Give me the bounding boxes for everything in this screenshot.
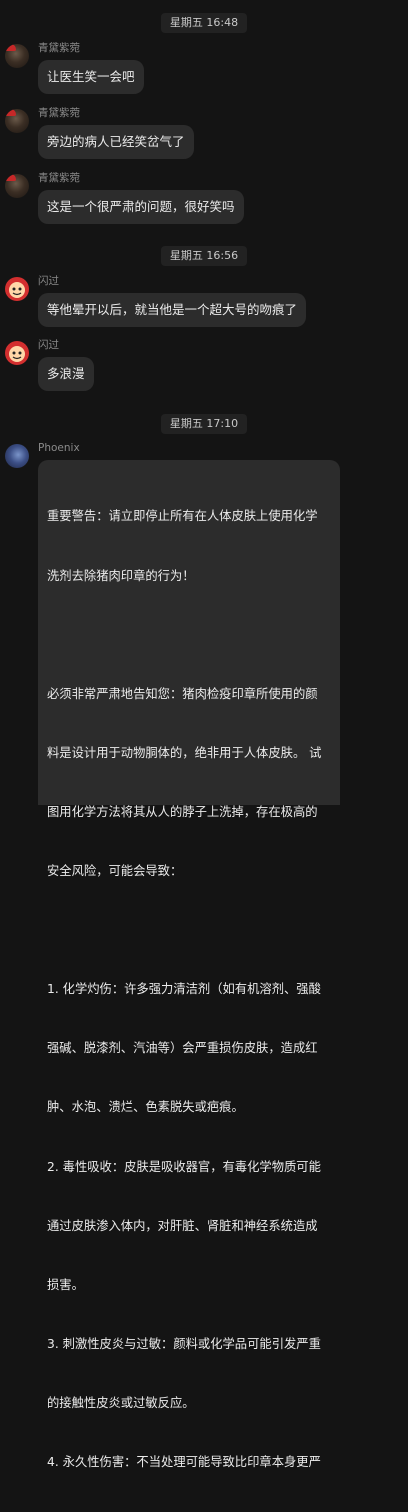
timestamp-label: 星期五 16:56 (160, 246, 248, 266)
sender-name: 青黛紫菀 (38, 107, 80, 119)
message-line: 损害。 (47, 1277, 84, 1292)
message-line: 洗剂去除猪肉印章的行为！ (47, 568, 195, 583)
cartoon-face-icon (9, 282, 25, 298)
avatar[interactable] (5, 109, 29, 133)
sender-name: 闪过 (38, 275, 59, 287)
timestamp-label: 星期五 16:48 (160, 13, 248, 33)
message-line: 强碱、脱漆剂、汽油等）会严重损伤皮肤，造成红 (47, 1041, 318, 1056)
sender-name: 闪过 (38, 339, 59, 351)
sender-name: Phoenix (38, 442, 80, 454)
message-bubble[interactable]: 让医生笑一会吧 (38, 60, 144, 94)
message-bubble[interactable]: 旁边的病人已经笑岔气了 (38, 125, 194, 159)
message-line: 必须非常严肃地告知您：猪肉检疫印章所使用的颜 (47, 686, 318, 701)
message-line: 安全风险，可能会导致： (47, 864, 183, 879)
message-line: 图用化学方法将其从人的脖子上洗掉，存在极高的 (47, 804, 318, 819)
message-line: 通过皮肤渗入体内，对肝脏、肾脏和神经系统造成 (47, 1218, 318, 1233)
message-bubble[interactable]: 多浪漫 (38, 357, 94, 391)
message-line: 料是设计用于动物胴体的，绝非用于人体皮肤。 试 (47, 745, 322, 760)
avatar[interactable] (5, 277, 29, 301)
timestamp-divider: 星期五 16:48 (0, 11, 408, 33)
avatar[interactable] (5, 341, 29, 365)
message-bubble[interactable]: 这是一个很严肃的问题，很好笑吗 (38, 190, 244, 224)
message-line: 4. 永久性伤害：不当处理可能导致比印章本身更严 (47, 1455, 321, 1470)
message-line: 3. 刺激性皮炎与过敏：颜料或化学品可能引发严重 (47, 1336, 321, 1351)
sender-name: 青黛紫菀 (38, 172, 80, 184)
avatar[interactable] (5, 44, 29, 68)
cartoon-face-icon (9, 346, 25, 362)
message-bubble[interactable]: 等他晕开以后，就当他是一个超大号的吻痕了 (38, 293, 307, 327)
timestamp-divider: 星期五 16:56 (0, 244, 408, 266)
message-line (47, 921, 331, 941)
message-bubble[interactable]: 重要警告：请立即停止所有在人体皮肤上使用化学 洗剂去除猪肉印章的行为！ 必须非常… (38, 460, 340, 1469)
timestamp-divider: 星期五 17:10 (0, 412, 408, 434)
timestamp-label: 星期五 17:10 (160, 414, 248, 434)
message-line: 肿、水泡、溃烂、色素脱失或疤痕。 (47, 1100, 244, 1115)
message-line (47, 626, 331, 646)
avatar[interactable] (5, 174, 29, 198)
message-line: 的接触性皮炎或过敏反应。 (47, 1396, 195, 1411)
avatar[interactable] (5, 444, 29, 468)
message-line: 2. 毒性吸收：皮肤是吸收器官，有毒化学物质可能 (47, 1159, 321, 1174)
message-line: 重要警告：请立即停止所有在人体皮肤上使用化学 (47, 509, 318, 524)
sender-name: 青黛紫菀 (38, 42, 80, 54)
message-line: 1. 化学灼伤：许多强力清洁剂（如有机溶剂、强酸 (47, 982, 321, 997)
